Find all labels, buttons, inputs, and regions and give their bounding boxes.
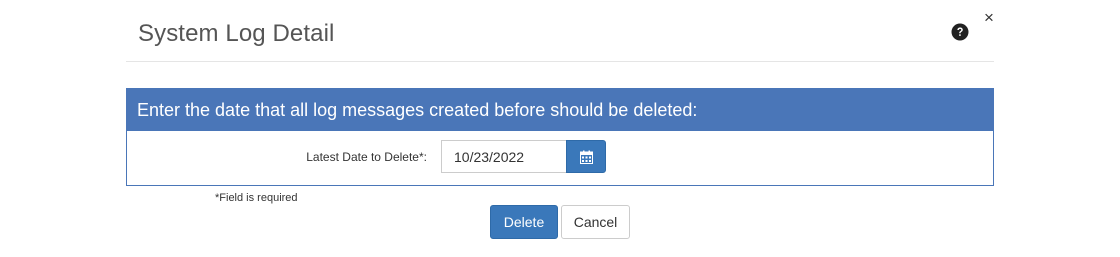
question-circle-icon[interactable] <box>951 23 969 41</box>
calendar-icon <box>579 150 593 164</box>
panel-heading: Enter the date that all log messages cre… <box>127 89 993 131</box>
calendar-button[interactable] <box>566 140 606 173</box>
latest-date-input[interactable] <box>441 140 566 173</box>
close-icon[interactable]: × <box>982 9 996 26</box>
system-log-dialog: System Log Detail × Enter the date that … <box>0 0 1120 257</box>
latest-date-label: Latest Date to Delete*: <box>306 150 427 164</box>
required-field-note: *Field is required <box>215 192 298 204</box>
delete-logs-panel: Enter the date that all log messages cre… <box>126 88 994 186</box>
dialog-title: System Log Detail <box>138 20 335 47</box>
cancel-button[interactable]: Cancel <box>561 205 630 239</box>
header-divider <box>126 61 994 62</box>
delete-button[interactable]: Delete <box>490 205 558 239</box>
